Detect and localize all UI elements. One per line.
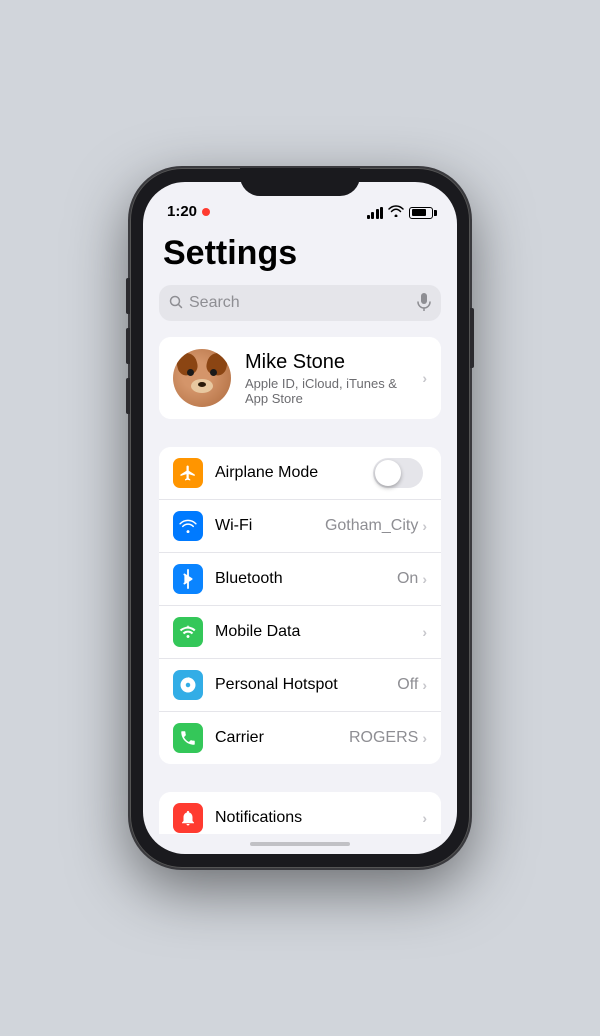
- hotspot-icon: [173, 670, 203, 700]
- notifications-icon: [173, 803, 203, 833]
- notch: [240, 168, 360, 196]
- airplane-mode-item[interactable]: Airplane Mode: [159, 447, 441, 500]
- wifi-item[interactable]: Wi-Fi Gotham_City ›: [159, 500, 441, 553]
- search-bar[interactable]: Search: [159, 285, 441, 321]
- phone-frame: 1:20: [130, 168, 470, 868]
- network-group: Airplane Mode: [159, 447, 441, 764]
- profile-group: Mike Stone Apple ID, iCloud, iTunes & Ap…: [159, 337, 441, 419]
- profile-chevron: ›: [422, 370, 427, 386]
- hotspot-item[interactable]: Personal Hotspot Off ›: [159, 659, 441, 712]
- clock: 1:20: [167, 203, 197, 220]
- wifi-item-icon: [173, 511, 203, 541]
- home-bar: [250, 842, 350, 846]
- wifi-value: Gotham_City: [325, 517, 418, 535]
- carrier-icon: [173, 723, 203, 753]
- profile-info: Mike Stone Apple ID, iCloud, iTunes & Ap…: [245, 351, 422, 406]
- airplane-mode-icon: [173, 458, 203, 488]
- hotspot-value: Off: [397, 676, 418, 694]
- battery-icon: [409, 207, 433, 219]
- airplane-mode-toggle[interactable]: [373, 458, 423, 488]
- bluetooth-chevron: ›: [422, 571, 427, 587]
- bluetooth-item[interactable]: Bluetooth On ›: [159, 553, 441, 606]
- dog-nose: [198, 382, 206, 387]
- mobile-data-chevron: ›: [422, 624, 427, 640]
- dog-face: [173, 349, 231, 407]
- system-group: Notifications › Co: [159, 792, 441, 834]
- notifications-chevron: ›: [422, 810, 427, 826]
- bluetooth-label: Bluetooth: [215, 570, 397, 588]
- home-indicator: [143, 834, 457, 854]
- system-section: Notifications › Co: [143, 792, 457, 834]
- phone-screen: 1:20: [143, 182, 457, 854]
- notifications-item[interactable]: Notifications ›: [159, 792, 441, 834]
- search-icon: [169, 295, 183, 312]
- status-time: 1:20: [167, 203, 210, 220]
- settings-scroll[interactable]: Settings Search: [143, 226, 457, 834]
- recording-dot: [202, 208, 210, 216]
- page-title: Settings: [143, 226, 457, 285]
- airplane-mode-label: Airplane Mode: [215, 464, 373, 482]
- carrier-label: Carrier: [215, 729, 349, 747]
- avatar: [173, 349, 231, 407]
- network-section: Airplane Mode: [143, 447, 457, 764]
- mobile-data-item[interactable]: Mobile Data ›: [159, 606, 441, 659]
- mobile-data-icon: [173, 617, 203, 647]
- wifi-status-icon: [388, 205, 404, 220]
- bluetooth-icon: [173, 564, 203, 594]
- hotspot-label: Personal Hotspot: [215, 676, 397, 694]
- carrier-item[interactable]: Carrier ROGERS ›: [159, 712, 441, 764]
- notifications-label: Notifications: [215, 809, 422, 827]
- profile-section: Mike Stone Apple ID, iCloud, iTunes & Ap…: [143, 337, 457, 419]
- bluetooth-value: On: [397, 570, 418, 588]
- profile-item[interactable]: Mike Stone Apple ID, iCloud, iTunes & Ap…: [159, 337, 441, 419]
- hotspot-chevron: ›: [422, 677, 427, 693]
- carrier-chevron: ›: [422, 730, 427, 746]
- dog-eye-left: [187, 369, 194, 376]
- carrier-value: ROGERS: [349, 729, 418, 747]
- profile-subtitle: Apple ID, iCloud, iTunes & App Store: [245, 376, 422, 406]
- signal-icon: [367, 207, 384, 219]
- profile-name: Mike Stone: [245, 351, 422, 374]
- mobile-data-label: Mobile Data: [215, 623, 422, 641]
- wifi-chevron: ›: [422, 518, 427, 534]
- wifi-label: Wi-Fi: [215, 517, 325, 535]
- search-placeholder: Search: [189, 294, 411, 312]
- dog-eye-right: [210, 369, 217, 376]
- dog-ear-right: [204, 351, 229, 377]
- status-icons: [367, 205, 434, 220]
- mic-icon: [417, 293, 431, 314]
